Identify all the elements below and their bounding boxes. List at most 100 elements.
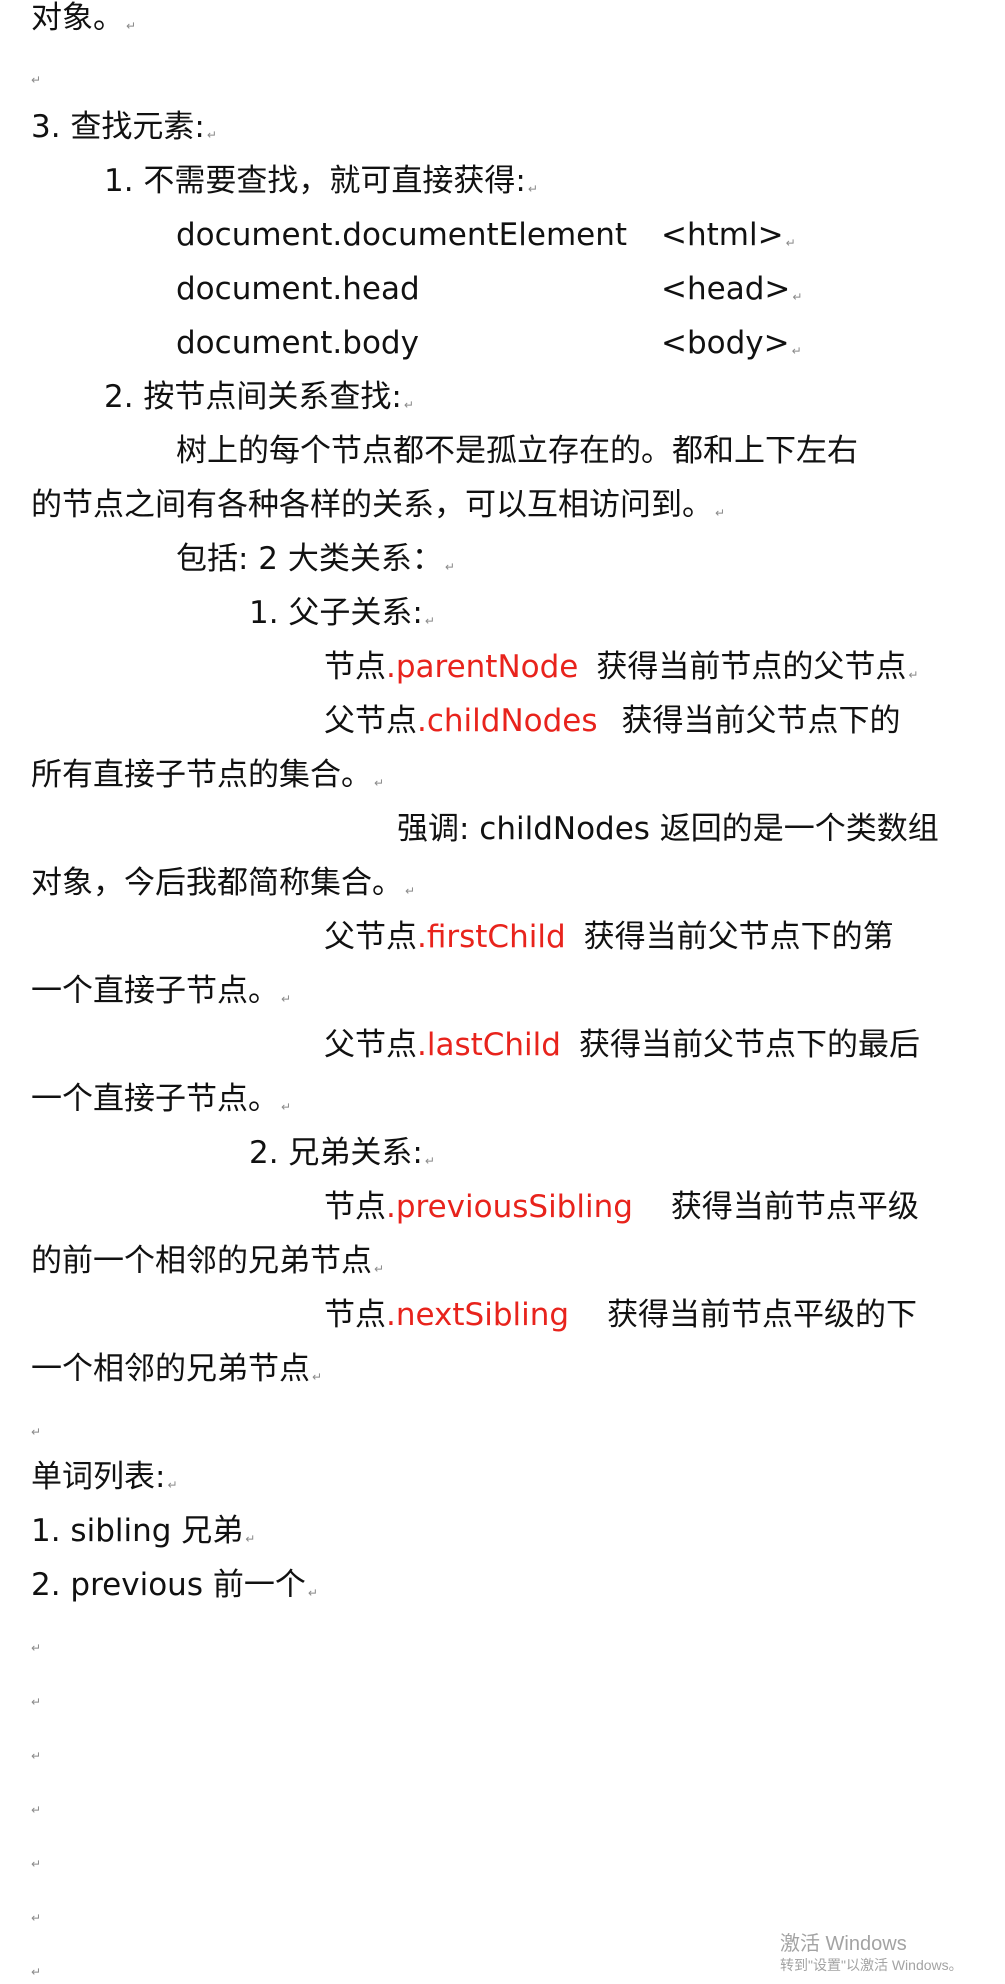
paragraph-mark: ↵ <box>791 344 802 358</box>
line-text: 节点 <box>324 1189 386 1225</box>
line-text: 树上的每个节点都不是孤立存在的。都和上下左右 <box>176 433 858 469</box>
paragraph-mark: ↵ <box>126 19 137 33</box>
line-text: 获得当前节点平级的下 <box>607 1297 918 1333</box>
code-expression: document.documentElement <box>176 217 628 253</box>
paragraph-mark: ↵ <box>527 182 538 196</box>
line-text: 获得当前父节点下的 <box>621 703 901 739</box>
paragraph-mark: ↵ <box>792 290 803 304</box>
line-text: 1. sibling 兄弟 <box>31 1513 244 1549</box>
paragraph-mark: ↵ <box>424 614 435 628</box>
line-text: 2. 兄弟关系: <box>249 1135 423 1171</box>
text-line: 父节点.firstChild 获得当前父节点下的第 <box>324 917 974 971</box>
line-text: 所有直接子节点的集合。 <box>31 757 372 793</box>
list-item: 2. 按节点间关系查找: ↵ <box>104 377 974 431</box>
line-text: 2. previous 前一个 <box>31 1567 306 1603</box>
section-heading: 单词列表: ↵ <box>31 1457 974 1511</box>
property-name: .previousSibling <box>386 1189 633 1225</box>
line-text: 获得当前父节点下的最后 <box>578 1027 920 1063</box>
paragraph-mark: ↵ <box>31 1749 42 1763</box>
paragraph-mark: ↵ <box>167 1478 178 1492</box>
text-line: 的节点之间有各种各样的关系，可以互相访问到。 ↵ <box>31 485 974 539</box>
document-page: 对象。 ↵ ↵ 3. 查找元素: ↵ 1. 不需要查找，就可直接获得: ↵ docum… <box>0 0 1005 1984</box>
list-item: 1. 不需要查找，就可直接获得: ↵ <box>104 161 974 215</box>
line-text: 一个相邻的兄弟节点 <box>31 1351 310 1387</box>
code-result: <head> <box>661 271 791 307</box>
text-line: 节点.previousSibling 获得当前节点平级 <box>324 1187 974 1241</box>
paragraph-mark: ↵ <box>31 1695 42 1709</box>
paragraph-mark: ↵ <box>31 1911 42 1925</box>
list-item: 2. previous 前一个 ↵ <box>31 1565 974 1619</box>
paragraph-mark: ↵ <box>31 1425 42 1439</box>
line-text: 的前一个相邻的兄弟节点 <box>31 1243 372 1279</box>
line-text: 2. 按节点间关系查找: <box>104 379 402 415</box>
line-text: 单词列表: <box>31 1459 166 1495</box>
paragraph-mark: ↵ <box>206 128 217 142</box>
paragraph-mark: ↵ <box>281 992 292 1006</box>
line-text: 获得当前节点的父节点 <box>596 649 907 685</box>
text-line: 节点.parentNode 获得当前节点的父节点 ↵ <box>324 647 974 701</box>
line-text: 获得当前父节点下的第 <box>583 919 894 955</box>
watermark-title: 激活 Windows <box>780 1933 907 1955</box>
code-expression: document.body <box>176 325 419 361</box>
paragraph-mark: ↵ <box>405 884 416 898</box>
code-result: <body> <box>661 325 790 361</box>
line-text: 对象。 <box>31 0 124 36</box>
paragraph-mark: ↵ <box>312 1370 323 1384</box>
section-heading: 3. 查找元素: ↵ <box>31 107 974 161</box>
code-expression: document.head <box>176 271 420 307</box>
property-name: .lastChild <box>417 1027 561 1063</box>
text-line: 节点.nextSibling 获得当前节点平级的下 <box>324 1295 974 1349</box>
line-text: 强调: childNodes 返回的是一个类数组 <box>397 811 939 847</box>
line-text: 1. 父子关系: <box>249 595 423 631</box>
property-name: .firstChild <box>417 919 566 955</box>
line-text: 节点 <box>324 649 386 685</box>
text-line: 强调: childNodes 返回的是一个类数组 <box>397 809 974 863</box>
text-line: 父节点.lastChild 获得当前父节点下的最后 <box>324 1025 974 1079</box>
text-line: 父节点.childNodes 获得当前父节点下的 <box>324 701 974 755</box>
list-item: 2. 兄弟关系: ↵ <box>249 1133 974 1187</box>
line-text: 3. 查找元素: <box>31 109 205 145</box>
text-line: 对象，今后我都简称集合。 ↵ <box>31 863 974 917</box>
line-text: 父节点 <box>324 703 417 739</box>
code-line: document.head <head> ↵ <box>176 269 974 323</box>
line-text: 一个直接子节点。 <box>31 1081 279 1117</box>
paragraph-mark: ↵ <box>424 1154 435 1168</box>
line-text: 包括: 2 大类关系： <box>176 541 443 577</box>
paragraph-mark: ↵ <box>374 776 385 790</box>
line-text: 的节点之间有各种各样的关系，可以互相访问到。 <box>31 487 713 523</box>
code-line: document.documentElement <html> ↵ <box>176 215 974 269</box>
text-line: 一个直接子节点。 ↵ <box>31 1079 974 1133</box>
text-line: 所有直接子节点的集合。 ↵ <box>31 755 974 809</box>
line-text: 父节点 <box>324 919 417 955</box>
paragraph-mark: ↵ <box>403 398 414 412</box>
line-text: 1. 不需要查找，就可直接获得: <box>104 163 526 199</box>
list-item: 1. sibling 兄弟 ↵ <box>31 1511 974 1565</box>
text-line: 的前一个相邻的兄弟节点 ↵ <box>31 1241 974 1295</box>
text-line: 包括: 2 大类关系： ↵ <box>176 539 974 593</box>
paragraph-mark: ↵ <box>307 1586 318 1600</box>
paragraph-mark: ↵ <box>908 668 919 682</box>
list-item: 1. 父子关系: ↵ <box>249 593 974 647</box>
text-line: 一个直接子节点。 ↵ <box>31 971 974 1025</box>
property-name: .nextSibling <box>386 1297 570 1333</box>
paragraph-mark: ↵ <box>245 1532 256 1546</box>
watermark-subtitle: 转到"设置"以激活 Windows。 <box>780 1957 963 1973</box>
paragraph-mark: ↵ <box>444 560 455 574</box>
paragraph-mark: ↵ <box>785 236 796 250</box>
text-line: 树上的每个节点都不是孤立存在的。都和上下左右 <box>176 431 974 485</box>
line-text: 对象，今后我都简称集合。 <box>31 865 403 901</box>
line-text: 父节点 <box>324 1027 417 1063</box>
text-line: 一个相邻的兄弟节点 ↵ <box>31 1349 974 1403</box>
paragraph-mark: ↵ <box>31 1803 42 1817</box>
line-text: 一个直接子节点。 <box>31 973 279 1009</box>
paragraph-mark: ↵ <box>31 1965 42 1979</box>
paragraph-mark: ↵ <box>31 73 42 87</box>
paragraph-mark: ↵ <box>281 1100 292 1114</box>
property-name: .childNodes <box>417 703 598 739</box>
line-text: 获得当前节点平级 <box>670 1189 919 1225</box>
paragraph-mark: ↵ <box>374 1262 385 1276</box>
line-text: 节点 <box>324 1297 386 1333</box>
property-name: .parentNode <box>386 649 579 685</box>
code-result: <html> <box>661 217 784 253</box>
paragraph-mark: ↵ <box>31 1857 42 1871</box>
